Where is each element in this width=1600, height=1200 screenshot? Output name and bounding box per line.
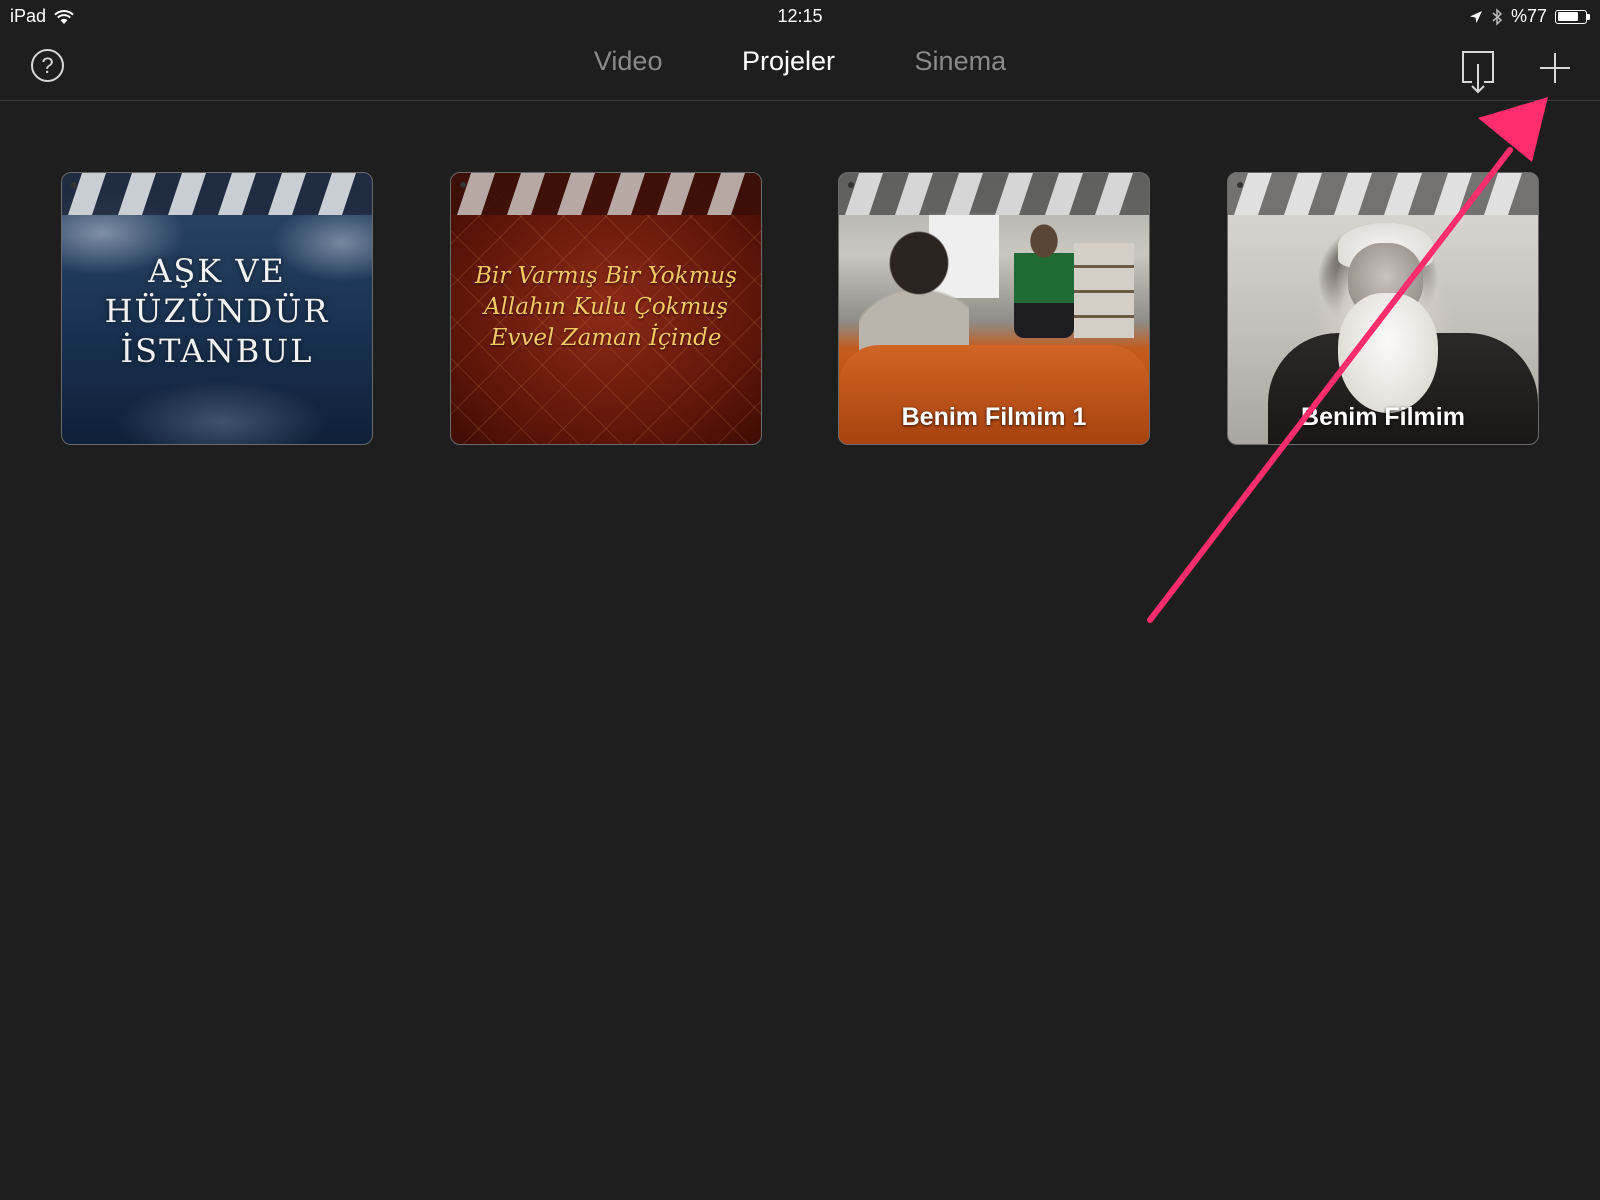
status-time: 12:15 — [777, 6, 823, 26]
project-title: AŞK VE HÜZÜNDÜR İSTANBUL — [62, 251, 372, 371]
tab-sinema[interactable]: Sinema — [915, 46, 1007, 77]
nav-bar: ? Video Projeler Sinema — [0, 34, 1600, 101]
location-arrow-icon — [1469, 10, 1482, 23]
project-title-line: Evvel Zaman İçinde — [490, 325, 722, 351]
project-title: Bir Varmış Bir Yokmuş Allahın Kulu Çokmu… — [451, 261, 761, 354]
project-card-ask-ve-huzundur-istanbul[interactable]: AŞK VE HÜZÜNDÜR İSTANBUL — [61, 172, 373, 445]
clapperboard-stripes-icon — [1228, 173, 1538, 215]
project-title: Benim Filmim 1 — [901, 403, 1087, 431]
project-title: Benim Filmim — [1301, 403, 1465, 431]
project-title-line: Allahın Kulu Çokmuş — [483, 294, 729, 320]
clapperboard-stripes-icon — [451, 173, 761, 215]
segmented-tabs: Video Projeler Sinema — [0, 46, 1600, 77]
battery-cap — [1587, 13, 1590, 20]
project-title-line: HÜZÜNDÜR — [104, 292, 330, 330]
battery-percent: %77 — [1510, 6, 1547, 26]
battery-fill — [1557, 12, 1579, 21]
plus-icon[interactable] — [1538, 51, 1572, 85]
imovie-projects-screen: iPad 12:15 %77 ? Video Projeler Sinema A… — [0, 0, 1600, 1200]
project-card-benim-filmim-1[interactable]: Benim Filmim 1 — [838, 172, 1150, 445]
thumbnail-audience-member — [859, 228, 969, 358]
thumbnail-white-beard — [1338, 293, 1438, 413]
tab-projeler[interactable]: Projeler — [742, 46, 835, 77]
project-title-line: İSTANBUL — [120, 332, 314, 370]
project-card-bir-varmis-bir-yokmus[interactable]: Bir Varmış Bir Yokmuş Allahın Kulu Çokmu… — [450, 172, 762, 445]
project-card-benim-filmim[interactable]: Benim Filmim — [1227, 172, 1539, 445]
tab-video[interactable]: Video — [594, 46, 663, 77]
clapperboard-stripes-icon — [62, 173, 372, 215]
status-right: %77 — [1469, 6, 1590, 27]
thumbnail-presenter — [1014, 223, 1074, 338]
battery-icon — [1555, 9, 1587, 24]
bluetooth-icon — [1492, 7, 1503, 26]
clapperboard-stripes-icon — [839, 173, 1149, 215]
project-title-line: AŞK VE — [148, 252, 286, 290]
import-download-icon[interactable] — [1461, 50, 1495, 94]
thumbnail-bookshelf — [1074, 243, 1134, 338]
project-title-line: Bir Varmış Bir Yokmuş — [474, 263, 737, 289]
status-bar: iPad 12:15 %77 — [0, 0, 1600, 34]
